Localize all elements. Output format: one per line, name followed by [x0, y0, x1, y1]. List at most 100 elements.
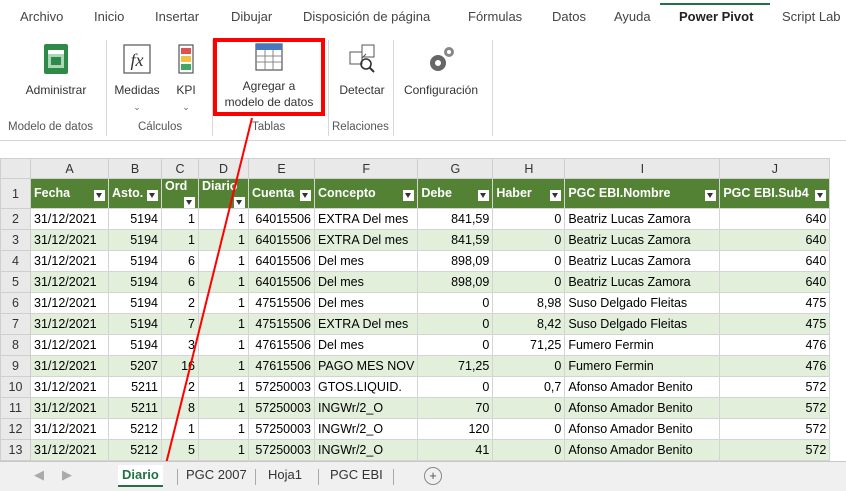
- filter-dropdown-icon[interactable]: [815, 190, 827, 201]
- sheet-tab-diario[interactable]: Diario: [118, 465, 163, 487]
- table-cell[interactable]: Afonso Amador Benito: [564, 376, 721, 398]
- table-cell[interactable]: Afonso Amador Benito: [564, 418, 721, 440]
- table-cell[interactable]: 0: [417, 376, 494, 398]
- table-cell[interactable]: 70: [417, 397, 494, 419]
- table-cell[interactable]: 898,09: [417, 250, 494, 272]
- table-cell[interactable]: 5194: [108, 229, 162, 251]
- row-number[interactable]: 9: [0, 355, 31, 377]
- table-cell[interactable]: 0,7: [492, 376, 566, 398]
- table-cell[interactable]: 5211: [108, 376, 162, 398]
- table-cell[interactable]: INGWr/2_O: [313, 418, 419, 440]
- kpi-button[interactable]: KPI ⌄: [168, 42, 204, 115]
- table-cell[interactable]: INGWr/2_O: [313, 397, 419, 419]
- header-cell[interactable]: Haber: [492, 178, 566, 209]
- table-cell[interactable]: 572: [719, 376, 831, 398]
- table-cell[interactable]: 16: [161, 355, 199, 377]
- table-cell[interactable]: 47515506: [248, 292, 315, 314]
- table-cell[interactable]: Beatriz Lucas Zamora: [564, 271, 721, 293]
- table-cell[interactable]: 31/12/2021: [30, 418, 109, 440]
- table-cell[interactable]: 0: [417, 313, 494, 335]
- table-cell[interactable]: 0: [492, 418, 566, 440]
- table-cell[interactable]: 47515506: [248, 313, 315, 335]
- table-cell[interactable]: 1: [161, 229, 199, 251]
- table-cell[interactable]: 31/12/2021: [30, 313, 109, 335]
- table-cell[interactable]: GTOS.LIQUID.: [313, 376, 419, 398]
- table-cell[interactable]: 1: [161, 208, 199, 230]
- table-cell[interactable]: 8,98: [492, 292, 566, 314]
- table-cell[interactable]: Afonso Amador Benito: [564, 439, 721, 461]
- column-header[interactable]: G: [417, 158, 494, 179]
- tab-script-lab[interactable]: Script Lab: [782, 9, 841, 24]
- table-cell[interactable]: 5194: [108, 334, 162, 356]
- filter-dropdown-icon[interactable]: [147, 190, 158, 201]
- table-cell[interactable]: 475: [719, 292, 831, 314]
- table-cell[interactable]: 64015506: [248, 250, 315, 272]
- column-header[interactable]: H: [492, 158, 566, 179]
- table-cell[interactable]: 640: [719, 208, 831, 230]
- medidas-button[interactable]: fx Medidas ⌄: [112, 42, 162, 115]
- filter-dropdown-icon[interactable]: [300, 190, 311, 201]
- table-cell[interactable]: 1: [161, 418, 199, 440]
- filter-dropdown-icon[interactable]: [478, 190, 490, 201]
- header-cell[interactable]: Concepto: [313, 178, 419, 209]
- table-cell[interactable]: 64015506: [248, 229, 315, 251]
- table-cell[interactable]: Del mes: [313, 271, 419, 293]
- table-cell[interactable]: 1: [198, 250, 249, 272]
- table-cell[interactable]: 2: [161, 376, 199, 398]
- table-cell[interactable]: 71,25: [417, 355, 494, 377]
- row-number[interactable]: 13: [0, 439, 31, 461]
- sheet-tab-pgc-ebi[interactable]: PGC EBI: [330, 467, 383, 482]
- table-cell[interactable]: 898,09: [417, 271, 494, 293]
- row-number[interactable]: 1: [0, 178, 31, 209]
- scroll-right-icon[interactable]: ▶: [62, 467, 72, 483]
- header-cell[interactable]: Fecha: [30, 178, 109, 209]
- column-header[interactable]: F: [313, 158, 419, 179]
- filter-dropdown-icon[interactable]: [234, 197, 245, 208]
- row-number[interactable]: 8: [0, 334, 31, 356]
- filter-dropdown-icon[interactable]: [705, 190, 717, 201]
- row-number[interactable]: 11: [0, 397, 31, 419]
- table-cell[interactable]: 5: [161, 439, 199, 461]
- table-cell[interactable]: 57250003: [248, 418, 315, 440]
- table-cell[interactable]: 0: [417, 292, 494, 314]
- table-cell[interactable]: 31/12/2021: [30, 250, 109, 272]
- table-cell[interactable]: 1: [198, 208, 249, 230]
- row-number[interactable]: 10: [0, 376, 31, 398]
- table-cell[interactable]: 5211: [108, 397, 162, 419]
- table-cell[interactable]: 572: [719, 418, 831, 440]
- header-cell[interactable]: Diario: [198, 178, 249, 209]
- table-cell[interactable]: 0: [492, 271, 566, 293]
- row-number[interactable]: 12: [0, 418, 31, 440]
- table-cell[interactable]: Del mes: [313, 292, 419, 314]
- table-cell[interactable]: 0: [492, 250, 566, 272]
- table-cell[interactable]: 31/12/2021: [30, 208, 109, 230]
- table-cell[interactable]: EXTRA Del mes: [313, 313, 419, 335]
- table-cell[interactable]: Suso Delgado Fleitas: [564, 292, 721, 314]
- table-cell[interactable]: Beatriz Lucas Zamora: [564, 208, 721, 230]
- table-cell[interactable]: 0: [492, 208, 566, 230]
- tab-archivo[interactable]: Archivo: [20, 9, 63, 24]
- table-cell[interactable]: Beatriz Lucas Zamora: [564, 250, 721, 272]
- filter-dropdown-icon[interactable]: [184, 197, 195, 208]
- table-cell[interactable]: 476: [719, 334, 831, 356]
- table-cell[interactable]: 476: [719, 355, 831, 377]
- table-cell[interactable]: 0: [492, 355, 566, 377]
- table-cell[interactable]: 5194: [108, 208, 162, 230]
- column-header[interactable]: D: [198, 158, 249, 179]
- table-cell[interactable]: 1: [198, 292, 249, 314]
- table-cell[interactable]: 120: [417, 418, 494, 440]
- table-cell[interactable]: 640: [719, 250, 831, 272]
- table-cell[interactable]: Afonso Amador Benito: [564, 397, 721, 419]
- column-header[interactable]: A: [30, 158, 109, 179]
- sheet-tab-pgc-2007[interactable]: PGC 2007: [186, 467, 247, 482]
- tab-insertar[interactable]: Insertar: [155, 9, 199, 24]
- table-cell[interactable]: 47615506: [248, 355, 315, 377]
- table-cell[interactable]: 5194: [108, 271, 162, 293]
- table-cell[interactable]: 71,25: [492, 334, 566, 356]
- column-header[interactable]: C: [161, 158, 199, 179]
- table-cell[interactable]: 841,59: [417, 208, 494, 230]
- table-cell[interactable]: Del mes: [313, 250, 419, 272]
- tab-formulas[interactable]: Fórmulas: [468, 9, 522, 24]
- table-cell[interactable]: 1: [198, 229, 249, 251]
- table-cell[interactable]: Del mes: [313, 334, 419, 356]
